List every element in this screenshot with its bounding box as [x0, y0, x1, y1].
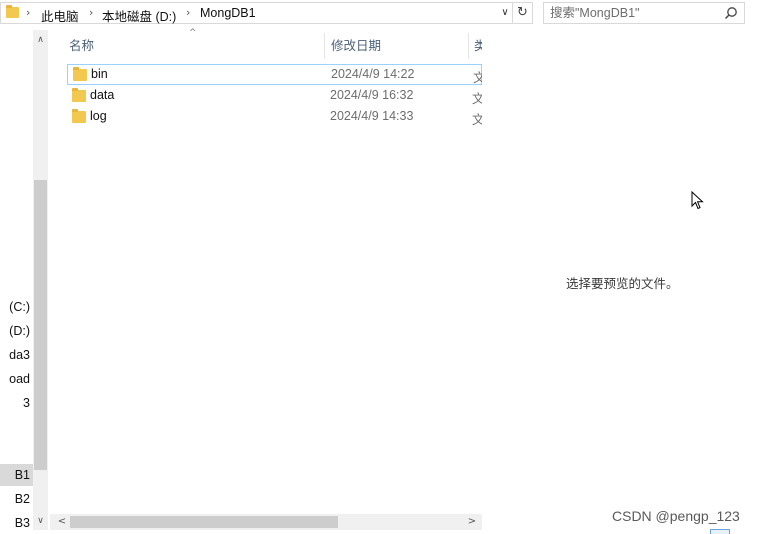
watermark: CSDN @pengp_123	[612, 508, 740, 524]
breadcrumb-this-pc[interactable]: 此电脑	[41, 6, 79, 25]
folder-icon	[72, 88, 86, 102]
column-header-modified[interactable]: 修改日期	[331, 30, 381, 62]
search-box[interactable]	[543, 2, 745, 24]
file-name: log	[90, 109, 107, 123]
taskbar-fragment	[710, 529, 730, 534]
file-modified: 2024/4/9 16:32	[330, 88, 414, 102]
horizontal-scrollbar[interactable]: < >	[50, 514, 482, 530]
file-type: 文件夹	[472, 113, 482, 127]
nav-item-folder[interactable]: da3	[0, 344, 33, 366]
folder-icon	[6, 5, 19, 18]
table-row[interactable]: data 2024/4/9 16:32 文件夹	[67, 86, 482, 107]
table-row[interactable]: log 2024/4/9 14:33 文件夹	[67, 107, 482, 128]
refresh-button[interactable]: ↻	[513, 2, 533, 24]
mouse-cursor-icon	[691, 191, 704, 210]
chevron-right-icon[interactable]: ›	[186, 6, 190, 19]
scroll-up-icon[interactable]: ∧	[33, 32, 48, 49]
breadcrumb-local-disk[interactable]: 本地磁盘 (D:)	[102, 6, 176, 25]
nav-vertical-scrollbar[interactable]: ∧ ∨	[33, 30, 48, 530]
file-modified: 2024/4/9 14:22	[331, 67, 415, 81]
address-bar[interactable]: › 此电脑 › 本地磁盘 (D:) › MongDB1 ∨	[0, 2, 513, 24]
column-divider[interactable]	[324, 33, 325, 59]
scroll-left-icon[interactable]: <	[54, 514, 70, 530]
folder-icon	[73, 67, 87, 81]
nav-item-folder[interactable]: 3	[0, 392, 33, 414]
nav-item-drive-d[interactable]: (D:)	[0, 320, 33, 342]
folder-icon	[72, 109, 86, 123]
sort-ascending-icon: ^	[189, 28, 197, 38]
nav-item-folder[interactable]: B3	[0, 512, 33, 534]
breadcrumb-current-folder[interactable]: MongDB1	[200, 6, 256, 20]
column-divider[interactable]	[468, 33, 469, 59]
column-header-type[interactable]: 类	[474, 30, 482, 62]
file-list: ^ 名称 修改日期 类 bin 2024/4/9 14:22 文件夹 data …	[50, 28, 483, 534]
scrollbar-thumb[interactable]	[70, 516, 338, 528]
table-row[interactable]: bin 2024/4/9 14:22 文件夹	[67, 64, 483, 85]
preview-message: 选择要预览的文件。	[566, 277, 679, 291]
file-type: 文件夹	[472, 92, 482, 106]
file-name: data	[90, 88, 115, 102]
navigation-pane: (C:) (D:) da3 oad 3 B1 B2 B3 ∧ ∨	[0, 30, 50, 534]
nav-item-drive-c[interactable]: (C:)	[0, 296, 33, 318]
file-name: bin	[91, 67, 108, 81]
chevron-right-icon[interactable]: ›	[26, 6, 30, 19]
nav-item-selected-folder[interactable]: B1	[0, 464, 33, 486]
column-header-name[interactable]: 名称	[69, 30, 94, 62]
refresh-icon: ↻	[517, 5, 528, 20]
preview-pane: 选择要预览的文件。 CSDN @pengp_123	[482, 30, 758, 534]
scrollbar-thumb[interactable]	[34, 180, 47, 470]
nav-item-folder[interactable]: B2	[0, 488, 33, 510]
nav-item-folder[interactable]: oad	[0, 368, 33, 390]
scroll-down-icon[interactable]: ∨	[33, 513, 48, 530]
scroll-right-icon[interactable]: >	[464, 514, 480, 530]
chevron-down-icon[interactable]: ∨	[497, 4, 513, 22]
chevron-right-icon[interactable]: ›	[89, 6, 93, 19]
search-icon[interactable]	[724, 6, 738, 20]
search-input[interactable]	[550, 5, 720, 21]
file-modified: 2024/4/9 14:33	[330, 109, 414, 123]
